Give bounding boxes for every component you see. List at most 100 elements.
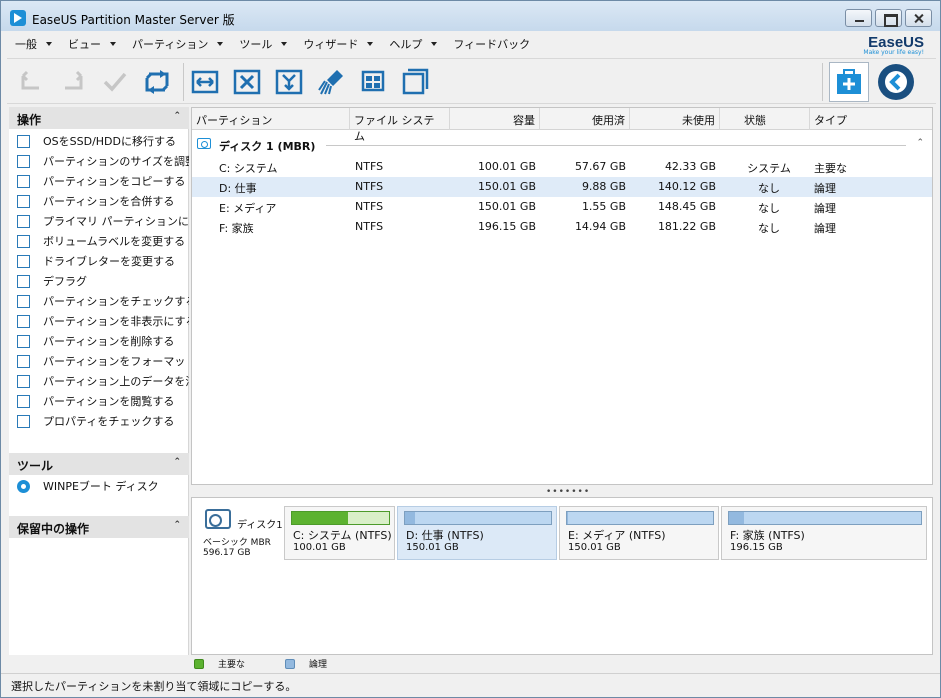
- merge-icon: [17, 194, 30, 208]
- chevron-down-icon: [431, 42, 438, 46]
- apply-icon[interactable]: [101, 68, 129, 96]
- usage-fill: [292, 512, 349, 524]
- op-defrag[interactable]: デフラグ: [9, 271, 189, 291]
- op-migrate-os[interactable]: OSをSSD/HDDに移行する: [9, 131, 189, 151]
- menu-view[interactable]: ビュー: [68, 36, 116, 52]
- op-format[interactable]: パーティションをフォーマットする: [9, 351, 189, 371]
- disk-name: ディスク1: [237, 520, 283, 531]
- close-button[interactable]: [905, 9, 932, 27]
- partition-usage-bar: [404, 511, 552, 525]
- convert-icon: [17, 214, 30, 228]
- pane-splitter-handle[interactable]: •••••••: [546, 487, 590, 497]
- op-hide[interactable]: パーティションを非表示にする: [9, 311, 189, 331]
- partition-block-f[interactable]: F: 家族 (NTFS) 196.15 GB: [721, 506, 927, 560]
- resize-icon[interactable]: [191, 68, 219, 96]
- backup-button[interactable]: [829, 62, 869, 102]
- op-change-label[interactable]: ボリュームラベルを変更する: [9, 231, 189, 251]
- partition-block-e[interactable]: E: メディア (NTFS) 150.01 GB: [559, 506, 719, 560]
- op-explore[interactable]: パーティションを閲覧する: [9, 391, 189, 411]
- format-icon: [17, 354, 30, 368]
- op-convert-primary[interactable]: プライマリ パーティションに変換す: [9, 211, 189, 231]
- menu-tools[interactable]: ツール: [239, 36, 288, 52]
- divider: [326, 145, 906, 146]
- menu-help[interactable]: ヘルプ: [389, 36, 438, 52]
- op-check[interactable]: パーティションをチェックする: [9, 291, 189, 311]
- disc-icon: [17, 479, 30, 493]
- table-row[interactable]: E: メディア NTFS 150.01 GB 1.55 GB 148.45 GB…: [192, 197, 932, 217]
- format-icon[interactable]: [317, 68, 345, 96]
- col-filesystem[interactable]: ファイル システム: [350, 108, 450, 143]
- legend-swatch: [285, 658, 296, 669]
- legend: 主要な 論理: [194, 657, 367, 670]
- disk-label: ディスク 1 (MBR): [219, 140, 316, 153]
- partition-usage-bar: [728, 511, 922, 525]
- status-text: 選択したパーティションを未割り当て領域にコピーする。: [11, 680, 297, 693]
- op-delete[interactable]: パーティションを削除する: [9, 331, 189, 351]
- tools-header[interactable]: ツール ⌃: [9, 453, 189, 475]
- next-button[interactable]: [876, 62, 916, 102]
- window-controls: [845, 9, 932, 27]
- copy-icon[interactable]: [401, 68, 429, 96]
- collapse-icon[interactable]: ⌃: [173, 111, 181, 121]
- menu-general[interactable]: 一般: [15, 36, 52, 52]
- col-unused[interactable]: 未使用: [630, 108, 720, 130]
- operations-header[interactable]: 操作 ⌃: [9, 107, 189, 129]
- merge-icon[interactable]: [275, 68, 303, 96]
- chevron-down-icon: [281, 42, 288, 46]
- table-row-selected[interactable]: D: 仕事 NTFS 150.01 GB 9.88 GB 140.12 GB な…: [192, 177, 932, 197]
- redo-icon[interactable]: [59, 68, 87, 96]
- menu-partition[interactable]: パーティション: [132, 36, 224, 52]
- wipe-icon[interactable]: [359, 68, 387, 96]
- window-title: EaseUS Partition Master Server 版: [32, 13, 235, 27]
- table-row[interactable]: F: 家族 NTFS 196.15 GB 14.94 GB 181.22 GB …: [192, 217, 932, 237]
- partition-block-d[interactable]: D: 仕事 (NTFS) 150.01 GB: [397, 506, 557, 560]
- app-window: EaseUS Partition Master Server 版 一般 ビュー …: [0, 0, 941, 698]
- refresh-icon[interactable]: [143, 68, 171, 96]
- explore-icon: [17, 394, 30, 408]
- collapse-icon[interactable]: ⌃: [916, 138, 924, 148]
- copy-icon: [17, 174, 30, 188]
- resize-icon: [17, 154, 30, 168]
- logo-tagline: Make your life easy!: [863, 49, 924, 56]
- op-copy[interactable]: パーティションをコピーする: [9, 171, 189, 191]
- properties-icon: [17, 414, 30, 428]
- col-status[interactable]: 状態: [720, 108, 810, 130]
- partition-block-c[interactable]: C: システム (NTFS) 100.01 GB: [284, 506, 395, 560]
- hide-icon: [17, 314, 30, 328]
- disk-group-row[interactable]: ディスク 1 (MBR) ⌃: [192, 134, 932, 154]
- disk-map: ディスク1 ベーシック MBR 596.17 GB C: システム (NTFS)…: [191, 497, 933, 655]
- backup-icon: [837, 69, 861, 94]
- op-merge[interactable]: パーティションを合併する: [9, 191, 189, 211]
- usage-fill: [405, 512, 416, 524]
- operations-list: OSをSSD/HDDに移行する パーティションのサイズを調整或 パーティションを…: [9, 131, 189, 431]
- op-properties[interactable]: プロパティをチェックする: [9, 411, 189, 431]
- toolbar-separator: [822, 63, 823, 101]
- delete-icon: [17, 334, 30, 348]
- op-change-drive-letter[interactable]: ドライブレターを変更する: [9, 251, 189, 271]
- label-icon: [17, 234, 30, 248]
- toolbar: [7, 58, 936, 104]
- delete-icon[interactable]: [233, 68, 261, 96]
- drive-letter-icon: [17, 254, 30, 268]
- pending-header[interactable]: 保留中の操作 ⌃: [9, 516, 189, 538]
- tool-winpe[interactable]: WINPEブート ディスク: [9, 476, 189, 496]
- col-type[interactable]: タイプ: [810, 108, 932, 130]
- usage-fill: [729, 512, 745, 524]
- disk-type: ベーシック MBR: [203, 538, 271, 548]
- op-wipe[interactable]: パーティション上のデータを消去: [9, 371, 189, 391]
- collapse-icon[interactable]: ⌃: [173, 520, 181, 530]
- table-row[interactable]: C: システム NTFS 100.01 GB 57.67 GB 42.33 GB…: [192, 157, 932, 177]
- collapse-icon[interactable]: ⌃: [173, 457, 181, 467]
- undo-icon[interactable]: [17, 68, 45, 96]
- maximize-button[interactable]: [875, 9, 902, 27]
- col-used[interactable]: 使用済: [540, 108, 630, 130]
- menu-feedback[interactable]: フィードバック: [453, 36, 530, 52]
- migrate-os-icon: [17, 134, 30, 148]
- col-partition[interactable]: パーティション: [192, 108, 350, 130]
- menu-wizard[interactable]: ウィザード: [303, 36, 374, 52]
- disk-summary[interactable]: ディスク1 ベーシック MBR 596.17 GB: [199, 505, 283, 561]
- op-resize[interactable]: パーティションのサイズを調整或: [9, 151, 189, 171]
- col-capacity[interactable]: 容量: [450, 108, 540, 130]
- disk-icon: [197, 138, 211, 149]
- minimize-button[interactable]: [845, 9, 872, 27]
